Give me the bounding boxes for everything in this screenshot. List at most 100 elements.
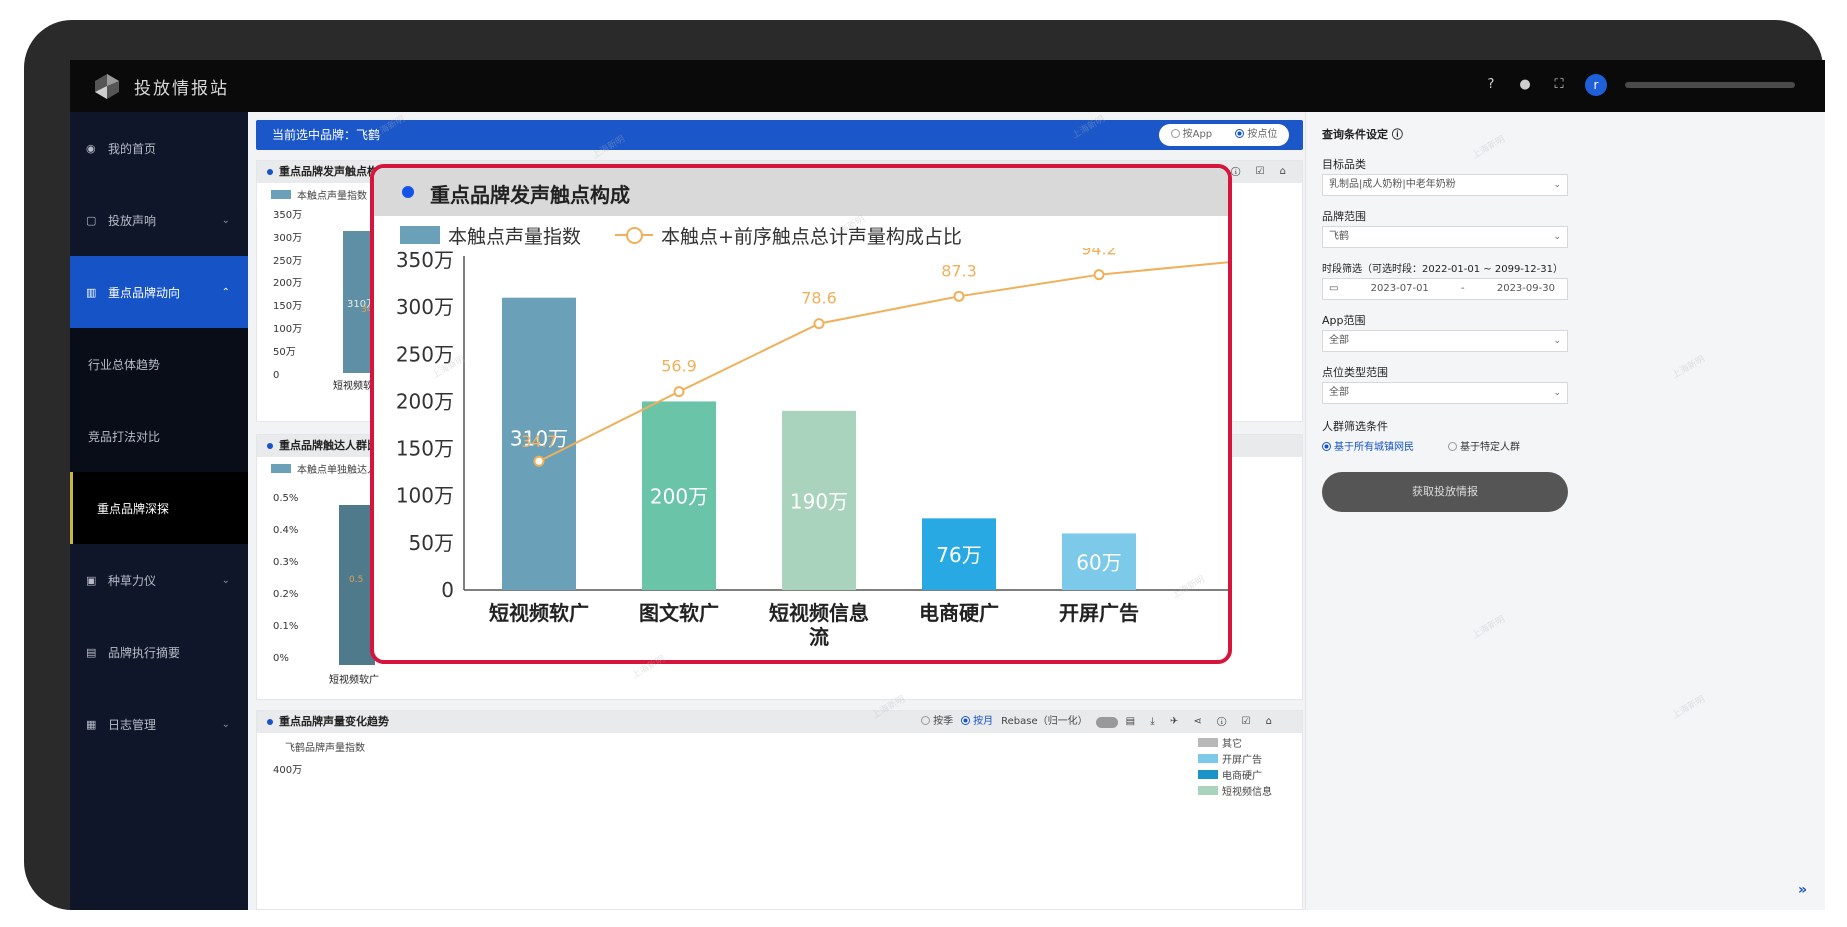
sidebar-item-exec-summary[interactable]: ▤ 品牌执行摘要 — [70, 616, 248, 688]
sidebar-item-label: 品牌执行摘要 — [108, 645, 181, 660]
panel-trend: 重点品牌声量变化趋势 按季 按月 Rebase（归一化） ▤ ⤓ ✈ ⋖ ⓘ ☑… — [256, 710, 1303, 910]
overlay-header: 重点品牌发声触点构成 — [374, 168, 1228, 216]
y-tick-label: 200万 — [396, 389, 454, 413]
sidebar-item-ad-voice[interactable]: ▢ 投放声响 ⌄ — [70, 184, 248, 256]
y-axis-label: 飞鹤品牌声量指数 — [285, 743, 365, 754]
option-label: 基于特定人群 — [1460, 442, 1520, 453]
y-tick-label: 50万 — [409, 531, 454, 555]
select-value: 乳制品|成人奶粉|中老年奶粉 — [1329, 179, 1456, 190]
legend-label: 电商硬广 — [1222, 771, 1262, 782]
option-label: 按点位 — [1247, 129, 1278, 140]
fullscreen-icon[interactable]: ⛶ — [1551, 77, 1567, 93]
panel-title-text: 重点品牌声量变化趋势 — [279, 715, 389, 728]
sidebar-item-label: 行业总体趋势 — [88, 357, 161, 372]
y-tick: 0.1% — [273, 621, 299, 632]
panel-tools[interactable]: ▤ ⤓ ✈ ⋖ ⓘ ☑ ⌂ — [1126, 711, 1278, 733]
sidebar-item-industry-trend[interactable]: 行业总体趋势 — [70, 328, 248, 400]
legend-label: 本触点声量指数 — [297, 191, 367, 202]
option-label: 按App — [1182, 129, 1213, 140]
select-value: 全部 — [1329, 335, 1349, 346]
y-tick-label: 350万 — [396, 248, 454, 272]
app-logo-icon — [95, 74, 119, 99]
brand-view-toggle: 按App 按点位 — [1159, 124, 1289, 146]
y-tick: 250万 — [273, 255, 303, 267]
chevron-up-icon: ⌃ — [221, 286, 230, 298]
sidebar-item-competitor-compare[interactable]: 竞品打法对比 — [70, 400, 248, 472]
y-tick-label: 150万 — [396, 437, 454, 461]
x-tick-label: 短视频软广 — [489, 601, 589, 625]
crowd-option-all[interactable]: 基于所有城镇网民 — [1322, 438, 1414, 453]
sidebar-item-brand-deep-dive[interactable]: 重点品牌深探 — [70, 472, 248, 544]
x-tick-label: 图文软广 — [639, 601, 719, 625]
avatar[interactable]: r — [1585, 74, 1607, 96]
app-range-select[interactable]: 全部 ⌄ — [1322, 330, 1568, 352]
bell-icon[interactable]: ● — [1517, 77, 1533, 93]
line-point — [1093, 269, 1105, 281]
bar-value-label: 76万 — [936, 543, 981, 567]
position-type-label: 点位类型范围 — [1322, 366, 1388, 379]
y-tick: 0.2% — [273, 589, 299, 600]
period-label: 时段筛选（可选时段：2022-01-01 ~ 2099-12-31） — [1322, 264, 1563, 275]
overlay-legend: 本触点声量指数 本触点+前序触点总计声量构成占比 — [400, 220, 962, 250]
sidebar-item-label: 投放声响 — [108, 213, 157, 228]
panel-title: 重点品牌声量变化趋势 按季 按月 Rebase（归一化） ▤ ⤓ ✈ ⋖ ⓘ ☑… — [257, 711, 1302, 733]
option-by-position[interactable]: 按点位 — [1235, 120, 1277, 150]
sidebar: ◉ 我的首页 ▢ 投放声响 ⌄ ▥ 重点品牌动向 ⌃ 行业总体趋势 竞品打法对比… — [70, 112, 248, 910]
option-by-season[interactable]: 按季 — [921, 711, 953, 733]
y-tick: 0% — [273, 653, 289, 664]
calendar-icon: ▭ — [1329, 283, 1339, 294]
trend-controls: 按季 按月 Rebase（归一化） ▤ ⤓ ✈ ⋖ ⓘ ☑ ⌂ — [921, 711, 1278, 733]
bar-value-label: 190万 — [790, 489, 848, 513]
x-tick: 短视频软广 — [329, 675, 379, 686]
y-axis: 0.5% 0.4% 0.3% 0.2% 0.1% 0% — [273, 483, 298, 675]
legend-line-swatch — [615, 226, 654, 244]
x-tick-label: 短视频信息 — [769, 601, 869, 625]
legend-swatch — [271, 190, 291, 199]
y-axis: 350万 300万 250万 200万 150万 100万 50万 0 — [273, 205, 302, 387]
sidebar-item-seeding[interactable]: ▣ 种草力仪 ⌄ — [70, 544, 248, 616]
legend-label: 本触点声量指数 — [448, 225, 582, 248]
x-tick-label: 流 — [809, 625, 829, 649]
y-tick: 350万 — [273, 210, 303, 221]
bar-value-label: 200万 — [650, 485, 708, 509]
log-icon: ▦ — [86, 717, 97, 731]
monitor-icon: ▢ — [86, 213, 97, 227]
sidebar-item-label: 日志管理 — [108, 717, 157, 732]
category-label: 目标品类 — [1322, 158, 1366, 171]
x-tick-label: 电商硬广 — [919, 601, 999, 625]
point-label: 0.5 — [349, 575, 364, 585]
line-point-label: 87.3 — [941, 261, 977, 280]
legend-label: 本触点+前序触点总计声量构成占比 — [661, 225, 962, 248]
sidebar-item-key-brand[interactable]: ▥ 重点品牌动向 ⌃ — [70, 256, 248, 328]
sidebar-item-label: 重点品牌深探 — [97, 501, 170, 516]
y-tick: 100万 — [273, 323, 303, 335]
sidebar-item-home[interactable]: ◉ 我的首页 — [70, 112, 248, 184]
position-type-select[interactable]: 全部 ⌄ — [1322, 382, 1568, 404]
rebase-toggle[interactable] — [1095, 716, 1118, 728]
crowd-option-specific[interactable]: 基于特定人群 — [1448, 438, 1520, 453]
get-intel-button[interactable]: 获取投放情报 — [1322, 472, 1568, 512]
y-tick-label: 300万 — [396, 295, 454, 319]
sidebar-item-label: 竞品打法对比 — [88, 429, 161, 444]
category-select[interactable]: 乳制品|成人奶粉|中老年奶粉 ⌄ — [1322, 174, 1568, 196]
expand-icon[interactable]: » — [1798, 882, 1807, 898]
chevron-down-icon: ⌄ — [1553, 388, 1561, 398]
crowd-label: 人群筛选条件 — [1322, 420, 1388, 433]
overlay-chart: 350万300万250万200万150万100万50万0310万短视频软广200… — [396, 248, 1228, 649]
brand-label: 品牌范围 — [1322, 210, 1366, 223]
y-tick-label: 0 — [441, 578, 454, 602]
y-tick: 0.4% — [273, 525, 299, 536]
sidebar-item-log-management[interactable]: ▦ 日志管理 ⌄ — [70, 688, 248, 760]
brand-select[interactable]: 飞鹤 ⌄ — [1322, 226, 1568, 248]
help-icon[interactable]: ? — [1483, 77, 1499, 93]
option-by-app[interactable]: 按App — [1170, 120, 1213, 150]
period-range-picker[interactable]: ▭ 2023-07-01 - 2023-09-30 — [1322, 278, 1568, 300]
option-by-month[interactable]: 按月 — [961, 711, 993, 733]
chevron-down-icon: ⌄ — [221, 574, 230, 586]
filter-title: 查询条件设定 ⓘ — [1322, 128, 1403, 141]
legend-item: 其它 — [1198, 737, 1272, 753]
line-point-label: 34.7 — [521, 432, 557, 451]
y-tick-label: 100万 — [396, 484, 454, 508]
legend-label: 开屏广告 — [1222, 755, 1262, 766]
y-tick: 0 — [273, 369, 280, 381]
